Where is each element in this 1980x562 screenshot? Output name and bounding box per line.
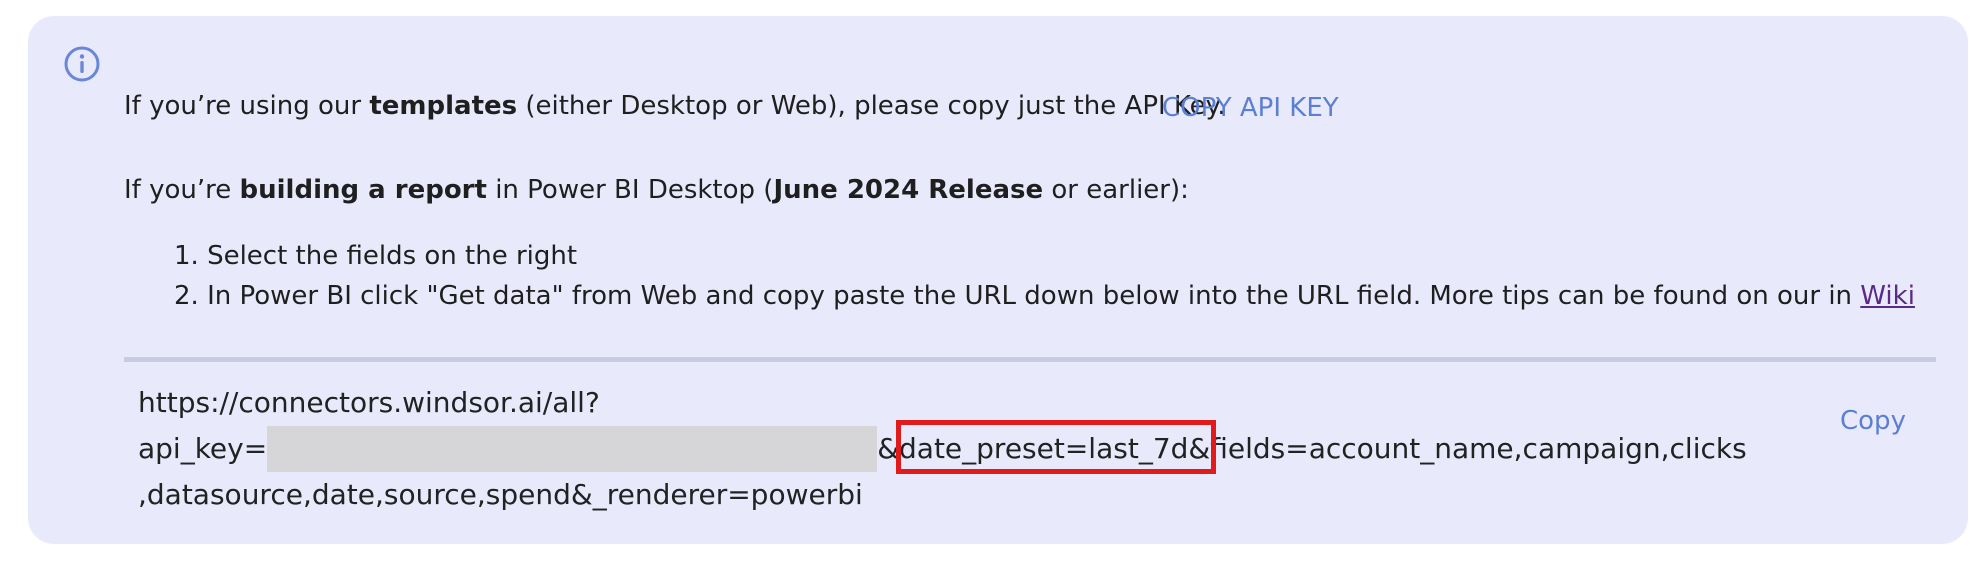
wiki-link[interactable]: Wiki — [1860, 281, 1915, 311]
url-line-3: ,datasource,date,source,spend&_renderer=… — [138, 478, 863, 511]
step-item: 1. Select the fields on the right — [174, 241, 578, 271]
steps-list: 1. Select the fields on the right 2. In … — [174, 236, 1915, 316]
build-report-instruction: If you’re building a report in Power BI … — [124, 175, 1189, 205]
redacted-api-key — [267, 426, 878, 472]
date-preset-highlight-box — [896, 420, 1216, 474]
step-item: 2. In Power BI click "Get data" from Web… — [174, 281, 1915, 311]
copy-api-key-button[interactable]: COPY API KEY — [1162, 90, 1339, 126]
info-circle-icon — [64, 46, 100, 82]
info-panel: If you’re using our templates (either De… — [28, 16, 1968, 544]
templates-instruction: If you’re using our templates (either De… — [124, 91, 1226, 121]
divider — [124, 357, 1936, 362]
copy-url-button[interactable]: Copy — [1840, 406, 1906, 436]
